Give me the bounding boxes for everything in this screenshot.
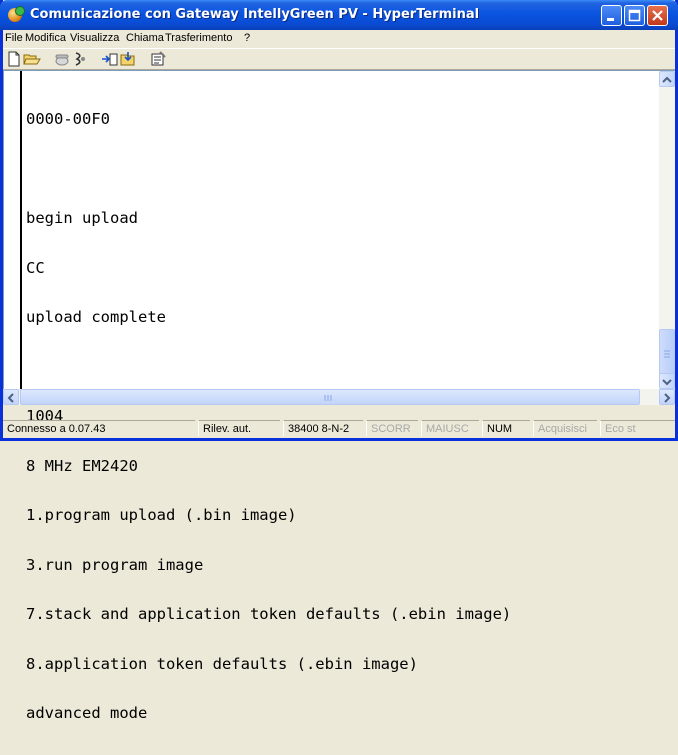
scroll-right-button[interactable]: [659, 389, 675, 405]
menu-modifica[interactable]: Modifica: [25, 32, 66, 44]
close-button[interactable]: [647, 5, 668, 26]
hang-up-icon[interactable]: [71, 51, 89, 67]
properties-icon[interactable]: [149, 51, 167, 67]
phone-icon[interactable]: [53, 51, 71, 67]
terminal-line: 8 MHz EM2420: [26, 456, 138, 475]
status-port-settings: 38400 8-N-2: [283, 420, 363, 436]
maximize-button[interactable]: [624, 5, 645, 26]
minimize-button[interactable]: [601, 5, 622, 26]
open-folder-icon[interactable]: [23, 51, 41, 67]
terminal-line: upload complete: [26, 308, 166, 326]
menu-bar: File Modifica Visualizza Chiama Trasferi…: [3, 30, 675, 48]
status-auto-detect: Rilev. aut.: [198, 420, 280, 436]
menu-trasferimento[interactable]: Trasferimento: [165, 32, 232, 44]
title-bar[interactable]: Comunicazione con Gateway IntellyGreen P…: [0, 0, 678, 30]
horizontal-scroll-thumb[interactable]: [20, 389, 640, 405]
terminal-output[interactable]: 0000-00F0 ​ begin upload CC upload compl…: [26, 78, 511, 755]
menu-chiama[interactable]: Chiama: [126, 32, 164, 44]
toolbar: [3, 48, 675, 70]
chevron-left-icon: [7, 393, 14, 403]
status-scroll-lock: SCORR: [366, 420, 418, 436]
horizontal-scrollbar[interactable]: [3, 389, 675, 405]
menu-help[interactable]: ?: [244, 32, 250, 44]
chevron-down-icon: [662, 379, 672, 386]
terminal-line: 3.run program image: [26, 555, 204, 574]
terminal-line: ​: [26, 359, 511, 376]
close-icon: [652, 10, 663, 21]
maximize-icon: [628, 9, 641, 22]
scroll-left-button[interactable]: [3, 389, 19, 405]
vertical-scroll-thumb[interactable]: [659, 329, 675, 379]
terminal-line: advanced mode: [26, 704, 148, 722]
new-document-icon[interactable]: [5, 51, 23, 67]
scroll-up-button[interactable]: [659, 71, 675, 87]
scroll-down-button[interactable]: [659, 373, 675, 389]
hyperterminal-window: Comunicazione con Gateway IntellyGreen P…: [0, 0, 678, 721]
terminal-line: 7.stack and application token defaults (…: [26, 605, 512, 623]
terminal-line: CC: [26, 258, 45, 277]
chevron-up-icon: [662, 76, 672, 83]
status-bar: Connesso a 0.07.43 Rilev. aut. 38400 8-N…: [3, 418, 675, 438]
terminal-line: ​: [26, 161, 511, 178]
hyperterminal-app-icon[interactable]: [8, 6, 25, 22]
receive-icon[interactable]: [119, 51, 137, 67]
status-num-lock: NUM: [482, 420, 530, 436]
terminal-line: 8.application token defaults (.ebin imag…: [26, 654, 418, 673]
send-icon[interactable]: [101, 51, 119, 67]
status-caps-lock: MAIUSC: [421, 420, 479, 436]
menu-visualizza[interactable]: Visualizza: [70, 32, 119, 44]
terminal-line: begin upload: [26, 209, 138, 227]
menu-file[interactable]: File: [5, 32, 23, 44]
minimize-icon: [607, 18, 614, 21]
chevron-right-icon: [664, 393, 671, 403]
status-connection: Connesso a 0.07.43: [3, 420, 195, 436]
status-echo: Eco st: [600, 420, 675, 436]
terminal-line: 0000-00F0: [26, 110, 110, 128]
window-title: Comunicazione con Gateway IntellyGreen P…: [30, 7, 480, 22]
vertical-scrollbar[interactable]: [659, 71, 675, 389]
status-capture: Acquisisci: [533, 420, 597, 436]
terminal-line: 1.program upload (.bin image): [26, 506, 297, 524]
